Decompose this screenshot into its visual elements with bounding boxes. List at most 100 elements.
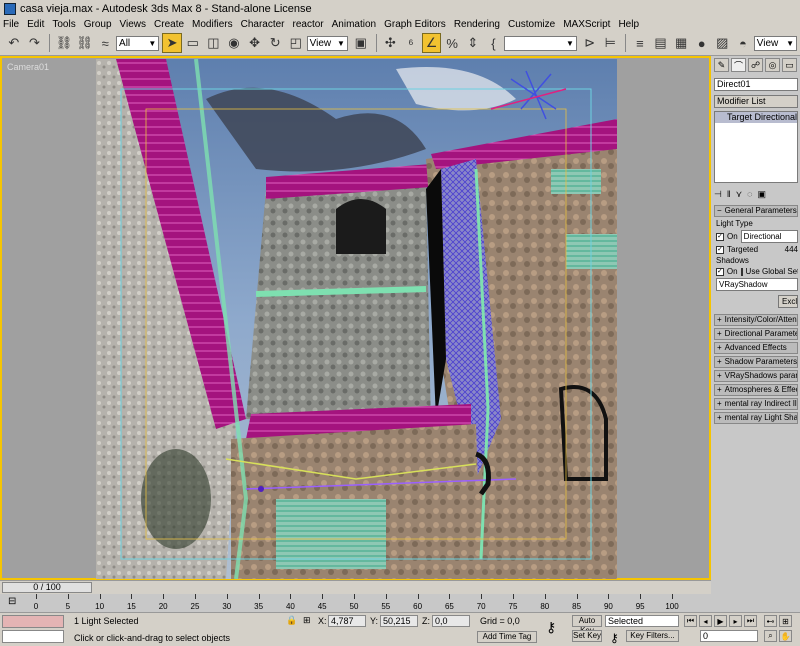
create-tab-icon[interactable]: ✎ bbox=[714, 58, 729, 72]
viewport-label[interactable]: Camera01 bbox=[7, 62, 49, 72]
link-icon[interactable]: ⛓ bbox=[54, 33, 74, 53]
use-global-checkbox[interactable] bbox=[740, 267, 743, 276]
stack-item[interactable]: Target Directional Light bbox=[715, 112, 797, 123]
on-checkbox[interactable]: ✓ bbox=[716, 232, 724, 241]
rollout-header[interactable]: + Atmospheres & Effects bbox=[714, 384, 798, 396]
zoom-icon[interactable]: ⌕ bbox=[764, 630, 777, 642]
z-coordinate-field[interactable]: 0,0 bbox=[432, 615, 470, 627]
go-to-start-icon[interactable]: ⏮ bbox=[684, 615, 697, 627]
menu-item-group[interactable]: Group bbox=[84, 19, 112, 30]
previous-frame-icon[interactable]: ◂ bbox=[699, 615, 712, 627]
rotate-icon[interactable]: ↻ bbox=[265, 33, 285, 53]
render-scene-icon[interactable]: ▨ bbox=[713, 33, 733, 53]
make-unique-icon[interactable]: ⋎ bbox=[736, 189, 743, 200]
angle-snap-icon[interactable]: ∠ bbox=[421, 33, 442, 53]
modifier-stack[interactable]: Target Directional Light bbox=[714, 111, 798, 183]
rollout-header[interactable]: + Advanced Effects bbox=[714, 342, 798, 354]
menu-item-animation[interactable]: Animation bbox=[332, 19, 376, 30]
select-arrow-icon[interactable]: ➤ bbox=[162, 33, 182, 53]
key-mode-toggle-icon[interactable]: ⊷ bbox=[764, 615, 777, 627]
key-mode-dropdown[interactable]: Selected bbox=[605, 615, 679, 627]
remove-modifier-icon[interactable]: ◌ bbox=[747, 189, 752, 199]
next-frame-icon[interactable]: ▸ bbox=[729, 615, 742, 627]
menu-item-modifiers[interactable]: Modifiers bbox=[192, 19, 233, 30]
time-slider[interactable]: 0 / 100 bbox=[2, 582, 92, 593]
snap-icon[interactable]: ⁶ bbox=[401, 33, 421, 53]
mirror-icon[interactable]: ⊳ bbox=[580, 33, 600, 53]
unlink-icon[interactable]: ⛓ bbox=[75, 33, 95, 53]
layer-manager-icon[interactable]: ≡ bbox=[630, 33, 650, 53]
menu-item-tools[interactable]: Tools bbox=[52, 19, 75, 30]
menu-item-customize[interactable]: Customize bbox=[508, 19, 555, 30]
manipulate-icon[interactable]: ✣ bbox=[381, 33, 401, 53]
menu-item-rendering[interactable]: Rendering bbox=[454, 19, 500, 30]
schematic-icon[interactable]: ▦ bbox=[671, 33, 691, 53]
redo-icon[interactable]: ↷ bbox=[25, 33, 45, 53]
auto-key-button[interactable]: Auto Key bbox=[572, 615, 602, 635]
key-filters-button[interactable]: Key Filters... bbox=[626, 630, 679, 642]
menu-item-maxscript[interactable]: MAXScript bbox=[563, 19, 610, 30]
play-icon[interactable]: ▶ bbox=[714, 615, 727, 627]
rollout-header[interactable]: +Intensity/Color/Attenuati bbox=[714, 314, 798, 326]
set-key-icon[interactable]: ⚷ bbox=[610, 631, 619, 645]
move-icon[interactable]: ✥ bbox=[245, 33, 265, 53]
align-icon[interactable]: ⊨ bbox=[600, 33, 620, 53]
pin-stack-icon[interactable]: ⊣ bbox=[714, 189, 722, 200]
modifier-list-dropdown[interactable]: Modifier List bbox=[714, 95, 798, 108]
current-frame-field[interactable]: 0 bbox=[700, 630, 758, 642]
configure-sets-icon[interactable]: ▣ bbox=[758, 189, 767, 200]
edit-named-selection-icon[interactable]: { bbox=[484, 33, 504, 53]
rollout-header[interactable]: + Shadow Parameters bbox=[714, 356, 798, 368]
pan-icon[interactable]: ✋ bbox=[779, 630, 792, 642]
add-time-tag-button[interactable]: Add Time Tag bbox=[477, 631, 537, 643]
undo-icon[interactable]: ↶ bbox=[4, 33, 24, 53]
time-config-icon[interactable]: ⊞ bbox=[779, 615, 792, 627]
selection-filter-dropdown[interactable]: All ▼ bbox=[116, 35, 160, 51]
set-key-button[interactable]: Set Key bbox=[572, 630, 602, 642]
rollout-header[interactable]: + Directional Parameters bbox=[714, 328, 798, 340]
named-selection-dropdown[interactable]: ▼ bbox=[504, 35, 577, 51]
menu-item-create[interactable]: Create bbox=[154, 19, 184, 30]
window-crossing-icon[interactable]: ◫ bbox=[204, 33, 224, 53]
targeted-checkbox[interactable]: ✓ bbox=[716, 245, 724, 254]
hierarchy-tab-icon[interactable]: ☍ bbox=[748, 58, 763, 72]
y-coordinate-field[interactable]: 50,215 bbox=[380, 615, 418, 627]
maxscript-listener-mini[interactable] bbox=[2, 615, 64, 628]
pivot-icon[interactable]: ▣ bbox=[351, 33, 371, 53]
rollout-general-parameters[interactable]: − General Parameters bbox=[714, 205, 798, 217]
camera-viewport[interactable]: Camera01 bbox=[0, 56, 711, 580]
modify-tab-icon[interactable]: ⌒ bbox=[731, 58, 746, 72]
menu-item-help[interactable]: Help bbox=[618, 19, 639, 30]
show-end-result-icon[interactable]: ‖ bbox=[727, 189, 731, 199]
key-icon[interactable]: ⚷ bbox=[546, 619, 556, 636]
menu-item-views[interactable]: Views bbox=[120, 19, 147, 30]
menu-item-character[interactable]: Character bbox=[241, 19, 285, 30]
ref-coord-dropdown[interactable]: View ▼ bbox=[306, 35, 348, 51]
motion-tab-icon[interactable]: ◎ bbox=[765, 58, 780, 72]
go-to-end-icon[interactable]: ⏭ bbox=[744, 615, 757, 627]
rect-select-icon[interactable]: ▭ bbox=[183, 33, 203, 53]
menu-item-file[interactable]: File bbox=[3, 19, 19, 30]
menu-item-reactor[interactable]: reactor bbox=[293, 19, 324, 30]
rollout-header[interactable]: + VRayShadows params bbox=[714, 370, 798, 382]
select-by-name-icon[interactable]: ◉ bbox=[224, 33, 244, 53]
shadow-type-dropdown[interactable]: VRayShadow bbox=[716, 278, 798, 291]
maxscript-input-mini[interactable] bbox=[2, 630, 64, 643]
scale-icon[interactable]: ◰ bbox=[286, 33, 306, 53]
spinner-snap-icon[interactable]: ⇕ bbox=[463, 33, 483, 53]
track-bar[interactable]: ⊟ 0 5 10 15 20 25 30 35 40 45 50 55 60 65 70 75 80 85 90 95… bbox=[0, 594, 800, 612]
curve-editor-icon[interactable]: ▤ bbox=[651, 33, 671, 53]
percent-snap-icon[interactable]: % bbox=[442, 33, 462, 53]
lock-selection-icon[interactable]: 🔒 bbox=[286, 615, 297, 626]
render-type-dropdown[interactable]: View ▼ bbox=[753, 35, 797, 51]
display-tab-icon[interactable]: ▭ bbox=[782, 58, 797, 72]
rollout-header[interactable]: +mental ray Light Shade bbox=[714, 412, 798, 424]
track-bar-menu-icon[interactable]: ⊟ bbox=[8, 596, 16, 607]
transform-mode-icon[interactable]: ⊞ bbox=[303, 615, 311, 626]
shadows-on-checkbox[interactable]: ✓ bbox=[716, 267, 724, 276]
bind-space-warp-icon[interactable]: ≈ bbox=[95, 33, 115, 53]
light-type-dropdown[interactable]: Directional bbox=[740, 230, 798, 243]
viewport-scene[interactable] bbox=[96, 59, 617, 579]
rollout-header[interactable]: +mental ray Indirect Illumina bbox=[714, 398, 798, 410]
quick-render-icon[interactable]: ◓ bbox=[733, 33, 753, 53]
